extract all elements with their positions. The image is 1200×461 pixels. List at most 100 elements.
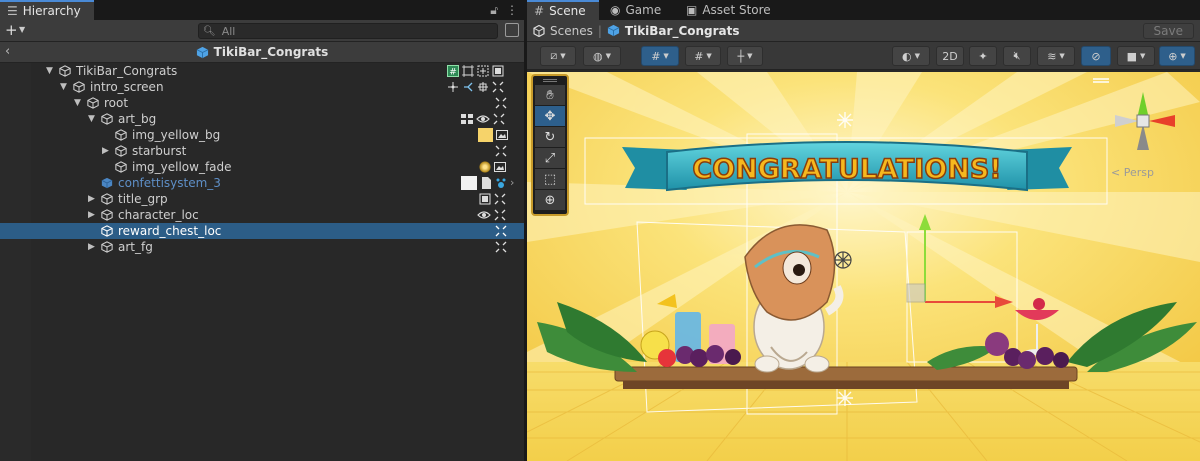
tree-row-tikibar-congrats[interactable]: ▼ TikiBar_Congrats # xyxy=(0,63,524,79)
gameobject-cube-icon xyxy=(101,241,113,253)
transform-tool-button[interactable]: ⊕ xyxy=(535,190,565,210)
camera-frame-icon xyxy=(479,193,491,205)
hierarchy-toolbar: + ▼ 🔍︎ All xyxy=(0,20,524,42)
tree-row-label: art_bg xyxy=(118,112,157,126)
tab-hierarchy[interactable]: ☰ Hierarchy xyxy=(0,0,94,20)
congratulations-banner: CONGRATULATIONS! xyxy=(622,141,1072,192)
save-button[interactable]: Save xyxy=(1142,23,1194,39)
lighting-button[interactable]: ✦ xyxy=(969,46,997,66)
rect-tool-button[interactable]: ⬚ xyxy=(535,169,565,189)
unity-scene-icon xyxy=(533,24,545,37)
move-tool-button[interactable]: ✥ xyxy=(535,106,565,126)
expand-arrows-icon xyxy=(493,113,505,125)
expand-arrows-icon xyxy=(495,97,507,109)
expand-arrows-icon xyxy=(495,225,507,237)
rect-icon: ⬚ xyxy=(543,171,557,187)
camera-icon: ■ xyxy=(1126,49,1137,63)
prefab-cube-icon xyxy=(101,177,113,189)
transform-move-icon xyxy=(448,82,458,92)
chevron-down-icon: ▼ xyxy=(706,52,712,60)
tree-row-title-grp[interactable]: ▶ title_grp xyxy=(0,191,524,207)
tree-row-label: intro_screen xyxy=(90,80,164,94)
add-icon[interactable]: + xyxy=(5,21,18,39)
chevron-down-icon[interactable]: ▼ xyxy=(19,25,25,34)
drag-handle[interactable] xyxy=(543,79,557,82)
scene-viewport[interactable]: CONGRATULATIONS! < Persp ✋︎ ✥ ↻ ⤢ ⬚ ⊕ xyxy=(527,72,1200,461)
gizmos-button[interactable]: ⊕ ▼ xyxy=(1159,46,1195,66)
collapse-arrow-icon[interactable]: ▶ xyxy=(102,143,112,159)
expand-arrow-icon[interactable]: ▼ xyxy=(74,95,84,111)
prefab-cube-icon xyxy=(607,24,620,37)
tree-row-starburst[interactable]: ▶ starburst xyxy=(0,143,524,159)
grid-snap-button[interactable]: # ▼ xyxy=(641,46,679,66)
hierarchy-tree: ▼ TikiBar_Congrats # ▼ intro_screen ▼ ro… xyxy=(0,63,524,255)
eye-icon[interactable] xyxy=(477,209,491,221)
tree-row-img-yellow-fade[interactable]: img_yellow_fade xyxy=(0,159,524,175)
row-component-icons xyxy=(461,111,505,127)
chevron-down-icon: ▼ xyxy=(663,52,669,60)
particle-system-icon xyxy=(496,178,506,188)
breadcrumb-prefab[interactable]: TikiBar_Congrats xyxy=(625,24,740,38)
global-local-button[interactable]: ◍ ▼ xyxy=(583,46,621,66)
tree-row-confettisystem-3[interactable]: confettisystem_3 › xyxy=(0,175,524,191)
search-by-type-icon[interactable] xyxy=(505,23,519,37)
expand-arrow-icon[interactable]: ▼ xyxy=(88,111,98,127)
tree-row-character-loc[interactable]: ▶ character_loc xyxy=(0,207,524,223)
tab-game[interactable]: ◉ Game xyxy=(603,0,669,20)
particle-gizmo xyxy=(834,251,852,269)
scene-visibility-button[interactable]: ⊘ xyxy=(1081,46,1111,66)
audio-button[interactable]: 🔇︎ xyxy=(1003,46,1031,66)
tree-row-art-bg[interactable]: ▼ art_bg xyxy=(0,111,524,127)
persp-label[interactable]: < Persp xyxy=(1111,166,1154,179)
hand-icon: ✋︎ xyxy=(546,87,554,103)
gameobject-cube-icon xyxy=(101,193,113,205)
mode-2d-button[interactable]: 2D xyxy=(936,46,964,66)
scene-title-label: TikiBar_Congrats xyxy=(213,45,329,59)
increment-snap-button[interactable]: ┼ ▼ xyxy=(727,46,763,66)
gameobject-cube-icon xyxy=(59,65,71,77)
effects-button[interactable]: ≋ ▼ xyxy=(1037,46,1075,66)
tree-row-intro-screen[interactable]: ▼ intro_screen xyxy=(0,79,524,95)
hand-tool-button[interactable]: ✋︎ xyxy=(535,85,565,105)
expand-arrow-icon[interactable]: ▼ xyxy=(46,63,56,79)
scene-tabstrip: # Scene ◉ Game ▣ Asset Store xyxy=(527,0,1200,20)
hierarchy-tabstrip: ☰ Hierarchy 🔓︎ ⋮ xyxy=(0,0,524,20)
rotate-tool-button[interactable]: ↻ xyxy=(535,127,565,147)
tree-row-label: TikiBar_Congrats xyxy=(76,64,178,78)
tab-asset-store[interactable]: ▣ Asset Store xyxy=(679,0,779,20)
scale-icon: ⤢ xyxy=(544,150,556,166)
gameobject-cube-icon xyxy=(87,97,99,109)
breadcrumb-scenes[interactable]: Scenes xyxy=(550,24,593,38)
draw-mode-icon: ⧄ xyxy=(550,49,558,62)
draw-mode-button[interactable]: ⧄ ▼ xyxy=(540,46,576,66)
tree-row-reward-chest-loc[interactable]: reward_chest_loc xyxy=(0,223,524,239)
camera-settings-button[interactable]: ■ ▼ xyxy=(1117,46,1155,66)
collapse-arrow-icon[interactable]: ▶ xyxy=(88,191,98,207)
gameobject-cube-icon xyxy=(115,129,127,141)
collapse-arrow-icon[interactable]: ▶ xyxy=(88,239,98,255)
back-arrow-icon[interactable]: ‹ xyxy=(5,44,10,59)
expand-arrows-icon xyxy=(492,81,504,93)
tree-row-label: root xyxy=(104,96,129,110)
gameobject-cube-icon xyxy=(101,113,113,125)
eye-icon[interactable] xyxy=(476,113,490,125)
more-menu-icon[interactable]: ⋮ xyxy=(506,3,518,18)
chevron-down-icon: ▼ xyxy=(1059,52,1065,60)
tab-scene[interactable]: # Scene xyxy=(527,0,599,20)
expand-arrows-icon xyxy=(495,145,507,157)
expand-arrow-icon[interactable]: ▼ xyxy=(60,79,70,95)
scale-tool-button[interactable]: ⤢ xyxy=(535,148,565,168)
search-input[interactable]: 🔍︎ All xyxy=(198,23,498,39)
tree-row-art-fg[interactable]: ▶ art_fg xyxy=(0,239,524,255)
chevron-right-icon[interactable]: › xyxy=(510,175,514,191)
collapse-arrow-icon[interactable]: ▶ xyxy=(88,207,98,223)
lock-icon[interactable]: 🔓︎ xyxy=(490,3,498,18)
tree-row-root[interactable]: ▼ root xyxy=(0,95,524,111)
globe-icon: ◍ xyxy=(593,49,603,63)
tree-row-img-yellow-bg[interactable]: img_yellow_bg xyxy=(0,127,524,143)
chevron-down-icon: ▼ xyxy=(1140,52,1146,60)
gameobject-cube-icon xyxy=(101,225,113,237)
tree-row-label: reward_chest_loc xyxy=(118,224,222,238)
grid-visibility-button[interactable]: # ▼ xyxy=(685,46,721,66)
shading-mode-button[interactable]: ◐ ▼ xyxy=(892,46,930,66)
